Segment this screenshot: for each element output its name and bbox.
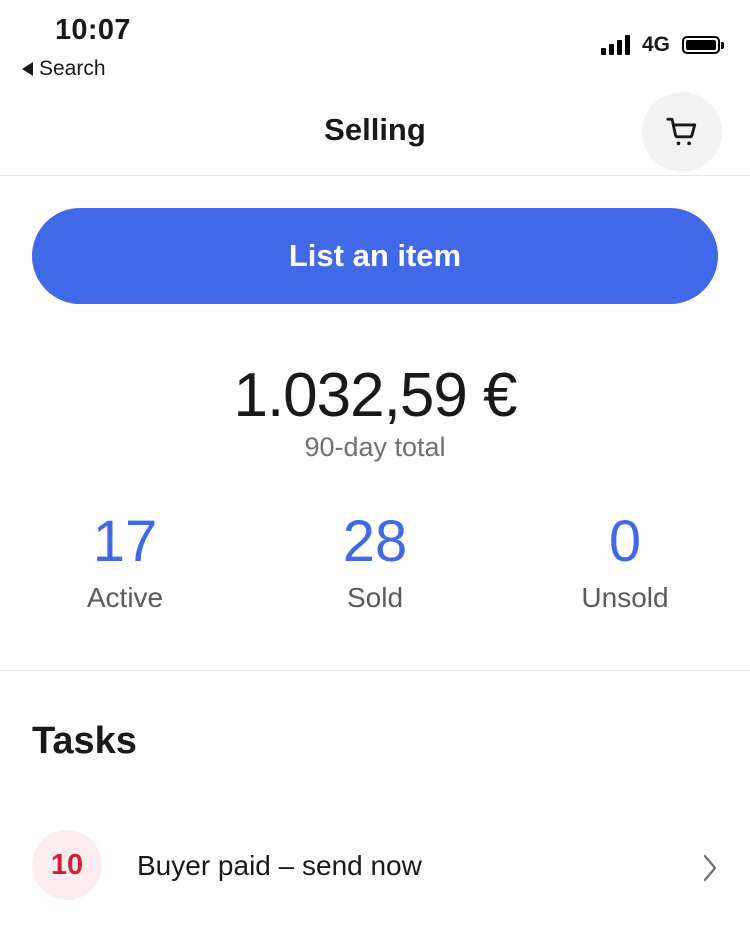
back-to-search-link[interactable]: Search	[22, 57, 106, 81]
stat-unsold[interactable]: 0 Unsold	[515, 508, 735, 614]
network-type: 4G	[641, 33, 670, 56]
stat-unsold-value: 0	[608, 509, 642, 574]
signal-bars-icon	[600, 35, 630, 55]
ninety-day-total-label: 90-day total	[304, 432, 446, 462]
stat-sold-label: Sold	[346, 582, 404, 613]
stat-sold[interactable]: 28 Sold	[265, 508, 485, 614]
header-divider	[0, 175, 750, 176]
stat-unsold-label: Unsold	[581, 582, 669, 613]
task-count-badge: 10	[32, 830, 102, 900]
status-indicators: 4G	[600, 33, 724, 57]
status-time: 10:07	[55, 14, 131, 46]
stat-active-label: Active	[86, 582, 164, 613]
chevron-right-icon	[703, 854, 717, 882]
stat-sold-value: 28	[342, 509, 408, 574]
shopping-cart-icon	[666, 117, 697, 146]
stats-divider	[0, 670, 750, 671]
back-arrow-icon	[22, 62, 33, 76]
stat-active[interactable]: 17 Active	[15, 508, 235, 614]
task-label: Buyer paid – send now	[137, 850, 422, 881]
task-row-buyer-paid[interactable]: 10 Buyer paid – send now	[0, 830, 750, 906]
page-title: Selling	[324, 112, 426, 147]
tasks-heading: Tasks	[32, 720, 137, 762]
battery-full-icon	[682, 36, 724, 54]
cart-button[interactable]	[642, 92, 722, 172]
ninety-day-total-amount: 1.032,59 €	[233, 361, 517, 430]
list-an-item-button[interactable]: List an item	[32, 208, 718, 304]
stat-active-value: 17	[92, 509, 158, 574]
back-to-search-label: Search	[39, 57, 106, 80]
